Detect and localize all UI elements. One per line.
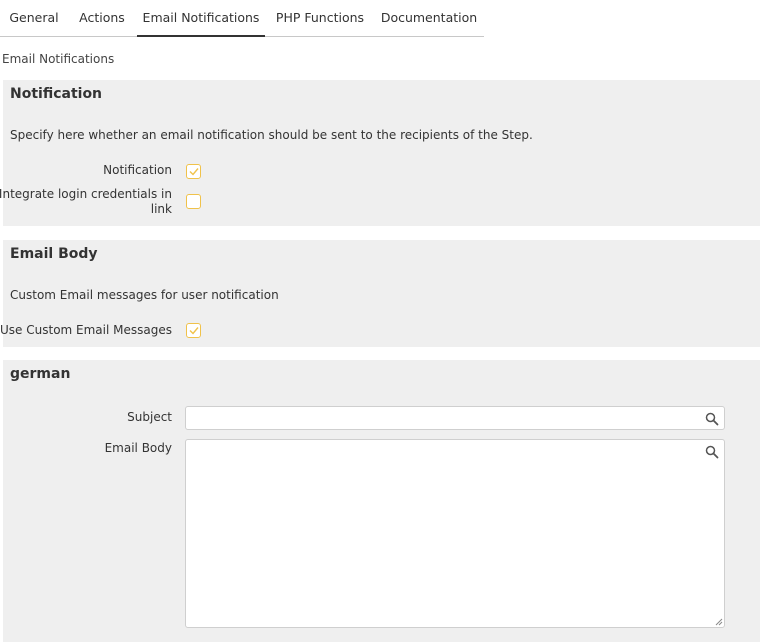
notification-checkbox[interactable] (186, 164, 201, 179)
integrate-credentials-label-line2: link (150, 202, 172, 216)
page-subtitle: Email Notifications (2, 52, 115, 66)
tab-email-notifications[interactable]: Email Notifications (137, 0, 265, 37)
integrate-credentials-label-line1: Integrate login credentials in (0, 187, 172, 201)
tab-php-functions[interactable]: PHP Functions (267, 0, 373, 36)
custom-messages-checkbox[interactable] (186, 323, 201, 338)
search-icon[interactable] (705, 445, 719, 459)
tab-bar: General Actions Email Notifications PHP … (0, 0, 484, 37)
email-body-label: Email Body (104, 441, 172, 455)
panel-title: Notification (10, 86, 103, 102)
tab-general[interactable]: General (0, 0, 68, 36)
panel-title: german (10, 366, 71, 382)
notification-panel: Notification Specify here whether an ema… (0, 80, 760, 226)
integrate-credentials-label: Integrate login credentials in link (0, 187, 172, 217)
panel-description: Custom Email messages for user notificat… (10, 288, 279, 302)
subject-input[interactable] (185, 406, 725, 430)
email-body-panel: Email Body Custom Email messages for use… (0, 240, 760, 347)
check-icon (189, 327, 199, 335)
integrate-credentials-checkbox[interactable] (186, 194, 201, 209)
search-icon[interactable] (705, 412, 719, 426)
panel-title: Email Body (10, 246, 98, 262)
check-icon (189, 168, 199, 176)
custom-messages-label: Use Custom Email Messages (0, 323, 172, 337)
tab-documentation[interactable]: Documentation (375, 0, 483, 36)
german-panel: german Subject Email Body (3, 360, 760, 642)
subject-label: Subject (127, 410, 172, 424)
tab-actions[interactable]: Actions (68, 0, 136, 36)
notification-label: Notification (103, 163, 172, 177)
panel-description: Specify here whether an email notificati… (10, 128, 533, 142)
resize-handle-icon[interactable] (715, 618, 723, 626)
email-body-textarea[interactable] (185, 439, 725, 628)
page: General Actions Email Notifications PHP … (0, 0, 760, 642)
